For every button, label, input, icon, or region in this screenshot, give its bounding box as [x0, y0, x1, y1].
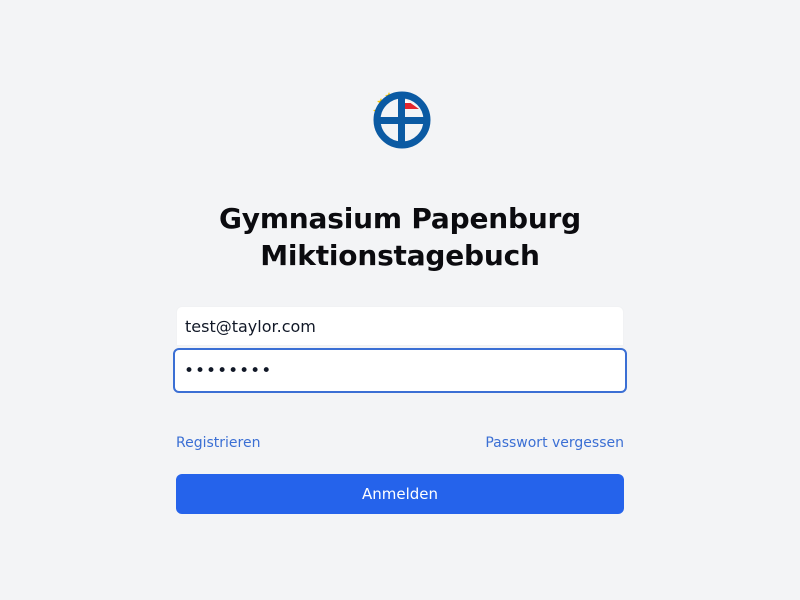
- login-page: Gymnasium Papenburg Miktionstagebuch Reg…: [0, 0, 800, 600]
- page-title-line2: Miktionstagebuch: [260, 238, 540, 272]
- forgot-password-link[interactable]: Passwort vergessen: [485, 435, 624, 451]
- school-logo-icon: [367, 87, 433, 151]
- auth-links: Registrieren Passwort vergessen: [176, 435, 624, 455]
- password-field[interactable]: [173, 348, 627, 393]
- register-link[interactable]: Registrieren: [176, 435, 260, 451]
- page-title: Gymnasium Papenburg Miktionstagebuch: [0, 200, 800, 274]
- page-title-line1: Gymnasium Papenburg: [218, 201, 582, 235]
- login-form: [173, 306, 627, 393]
- email-field[interactable]: [176, 306, 624, 346]
- login-button[interactable]: Anmelden: [176, 474, 624, 514]
